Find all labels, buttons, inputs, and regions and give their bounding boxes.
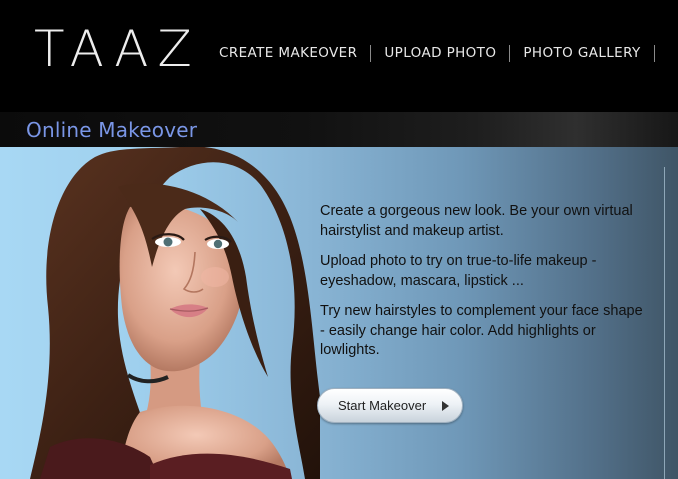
taaz-logo[interactable]: TAAZ <box>34 20 201 78</box>
site-header: TAAZ CREATE MAKEOVER UPLOAD PHOTO PHOTO … <box>0 0 678 112</box>
nav-upload-photo[interactable]: UPLOAD PHOTO <box>371 45 509 61</box>
play-triangle-icon <box>442 401 449 411</box>
hero-paragraph-makeup: Upload photo to try on true-to-life make… <box>320 253 597 289</box>
start-makeover-button[interactable]: Start Makeover <box>317 388 463 423</box>
nav-photo-gallery[interactable]: PHOTO GALLERY <box>510 45 653 61</box>
hero-divider <box>664 167 665 479</box>
main-nav: CREATE MAKEOVER UPLOAD PHOTO PHOTO GALLE… <box>206 44 655 62</box>
hero-copy: Create a gorgeous new look. Be your own … <box>320 202 650 372</box>
page-title: Online Makeover <box>26 118 198 142</box>
hero-banner: Create a gorgeous new look. Be your own … <box>0 147 678 479</box>
title-bar: Online Makeover <box>0 112 678 147</box>
nav-create-makeover[interactable]: CREATE MAKEOVER <box>206 45 370 61</box>
hero-paragraph-look: Create a gorgeous new look. Be your own … <box>320 203 633 239</box>
start-makeover-label: Start Makeover <box>338 398 427 413</box>
nav-divider <box>653 44 655 62</box>
hero-paragraph-hair: Try new hairstyles to complement your fa… <box>320 303 643 358</box>
model-portrait-image <box>30 147 320 479</box>
